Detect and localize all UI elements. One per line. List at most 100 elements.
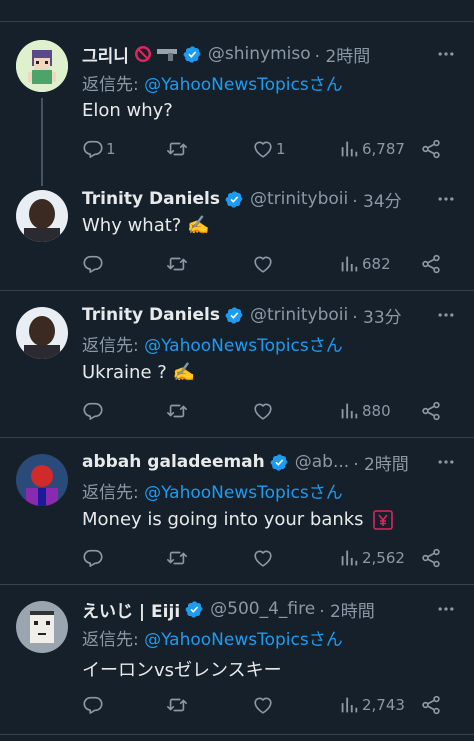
retweet-button[interactable] <box>166 693 190 717</box>
like-button[interactable]: 1 <box>252 137 286 161</box>
reply-to-line: 返信先: @YahooNewsTopicsさん <box>82 331 343 356</box>
display-name[interactable]: Trinity Daniels <box>82 305 220 325</box>
avatar[interactable] <box>16 190 68 242</box>
views-bar-chart-icon <box>338 694 360 716</box>
share-icon <box>420 547 442 569</box>
tweet-header: 그리니 @shinymiso · 2時間 <box>82 42 414 66</box>
thread-connector <box>41 98 43 186</box>
handle[interactable]: @ab... <box>295 452 349 472</box>
more-options-icon[interactable] <box>434 305 458 325</box>
share-button[interactable] <box>420 399 442 423</box>
tweet[interactable]: えいじ | Eiji @500_4_fire · 2時間 返信先: @Yahoo… <box>0 585 474 735</box>
tweet-header: えいじ | Eiji @500_4_fire · 2時間 <box>82 597 414 621</box>
view-count: 2,562 <box>362 549 405 567</box>
share-icon <box>420 694 442 716</box>
display-name[interactable]: abbah galadeemah <box>82 452 265 472</box>
like-button[interactable] <box>252 399 276 423</box>
views-button[interactable]: 6,787 <box>338 137 405 161</box>
action-bar: 1 1 6,787 <box>82 137 452 161</box>
like-button[interactable] <box>252 546 276 570</box>
reply-icon <box>82 694 104 716</box>
more-options-icon[interactable] <box>434 452 458 472</box>
like-button[interactable] <box>252 693 276 717</box>
reply-button[interactable]: 1 <box>82 137 116 161</box>
views-button[interactable]: 682 <box>338 252 391 276</box>
verified-badge-icon <box>183 45 202 64</box>
handle[interactable]: @shinymiso <box>208 44 311 64</box>
more-options-icon[interactable] <box>434 44 458 64</box>
retweet-button[interactable] <box>166 546 190 570</box>
views-bar-chart-icon <box>338 547 360 569</box>
reply-to-line: 返信先: @YahooNewsTopicsさん <box>82 70 343 95</box>
retweet-icon <box>166 400 188 422</box>
display-name[interactable]: Trinity Daniels <box>82 189 220 209</box>
verified-badge-icon <box>185 600 204 619</box>
timestamp[interactable]: · 2時間 <box>353 450 409 475</box>
reply-mention-link[interactable]: @YahooNewsTopicsさん <box>144 336 343 356</box>
tweet[interactable]: Trinity Daniels @trinityboii · 33分 返信先: … <box>0 291 474 438</box>
share-button[interactable] <box>420 252 442 276</box>
retweet-button[interactable] <box>166 252 190 276</box>
handle[interactable]: @trinityboii <box>250 305 348 325</box>
tweet-text: イーロンvsゼレンスキー <box>82 660 282 681</box>
timestamp[interactable]: · 33分 <box>352 303 401 328</box>
reply-to-label: 返信先: <box>82 630 145 650</box>
previous-tweet-remnant <box>0 0 474 22</box>
reply-icon <box>82 547 104 569</box>
avatar[interactable] <box>16 454 68 506</box>
timestamp[interactable]: · 2時間 <box>315 42 371 67</box>
share-button[interactable] <box>420 693 442 717</box>
retweet-icon <box>166 694 188 716</box>
yen-emoji-icon <box>373 509 394 530</box>
more-options-icon[interactable] <box>434 189 458 209</box>
timestamp[interactable]: · 2時間 <box>319 597 375 622</box>
verified-badge-icon <box>270 453 289 472</box>
tweet[interactable]: Trinity Daniels @trinityboii · 34分 Why w… <box>0 182 474 291</box>
profile-photo-icon <box>16 190 68 242</box>
verified-badge-icon <box>225 306 244 325</box>
retweet-button[interactable] <box>166 137 190 161</box>
views-button[interactable]: 2,743 <box>338 693 405 717</box>
retweet-button[interactable] <box>166 399 190 423</box>
views-button[interactable]: 2,562 <box>338 546 405 570</box>
pistol-emoji-icon <box>156 44 178 64</box>
reply-to-label: 返信先: <box>82 483 145 503</box>
reply-button[interactable] <box>82 252 106 276</box>
reply-to-line: 返信先: @YahooNewsTopicsさん <box>82 625 343 650</box>
pixel-punk-avatar-icon <box>16 601 68 653</box>
reply-button[interactable] <box>82 693 106 717</box>
timestamp[interactable]: · 34分 <box>352 187 401 212</box>
profile-photo-icon <box>16 454 68 506</box>
reply-button[interactable] <box>82 546 106 570</box>
tweet-text: Money is going into your banks <box>82 509 364 530</box>
like-button[interactable] <box>252 252 276 276</box>
tweet-text: Why what? ✍️ <box>82 215 210 236</box>
share-button[interactable] <box>420 546 442 570</box>
avatar[interactable] <box>16 40 68 92</box>
view-count: 6,787 <box>362 140 405 158</box>
share-icon <box>420 253 442 275</box>
verified-badge-icon <box>225 190 244 209</box>
views-bar-chart-icon <box>338 400 360 422</box>
reply-button[interactable] <box>82 399 106 423</box>
tweet-header: Trinity Daniels @trinityboii · 34分 <box>82 187 414 211</box>
handle[interactable]: @500_4_fire <box>210 599 315 619</box>
share-button[interactable] <box>420 137 442 161</box>
display-name[interactable]: えいじ | Eiji <box>82 597 180 622</box>
reply-icon <box>82 253 104 275</box>
retweet-icon <box>166 547 188 569</box>
reply-mention-link[interactable]: @YahooNewsTopicsさん <box>144 630 343 650</box>
tweet[interactable]: 그리니 @shinymiso · 2時間 返信先: @YahooNewsTopi… <box>0 22 474 186</box>
reply-mention-link[interactable]: @YahooNewsTopicsさん <box>144 75 343 95</box>
more-options-icon[interactable] <box>434 599 458 619</box>
avatar[interactable] <box>16 601 68 653</box>
reply-icon <box>82 400 104 422</box>
reply-to-label: 返信先: <box>82 336 145 356</box>
avatar[interactable] <box>16 307 68 359</box>
handle[interactable]: @trinityboii <box>250 189 348 209</box>
tweet[interactable]: abbah galadeemah @ab... · 2時間 返信先: @Yaho… <box>0 438 474 585</box>
reply-mention-link[interactable]: @YahooNewsTopicsさん <box>144 483 343 503</box>
views-button[interactable]: 880 <box>338 399 391 423</box>
display-name[interactable]: 그리니 <box>82 42 129 67</box>
profile-photo-icon <box>16 307 68 359</box>
